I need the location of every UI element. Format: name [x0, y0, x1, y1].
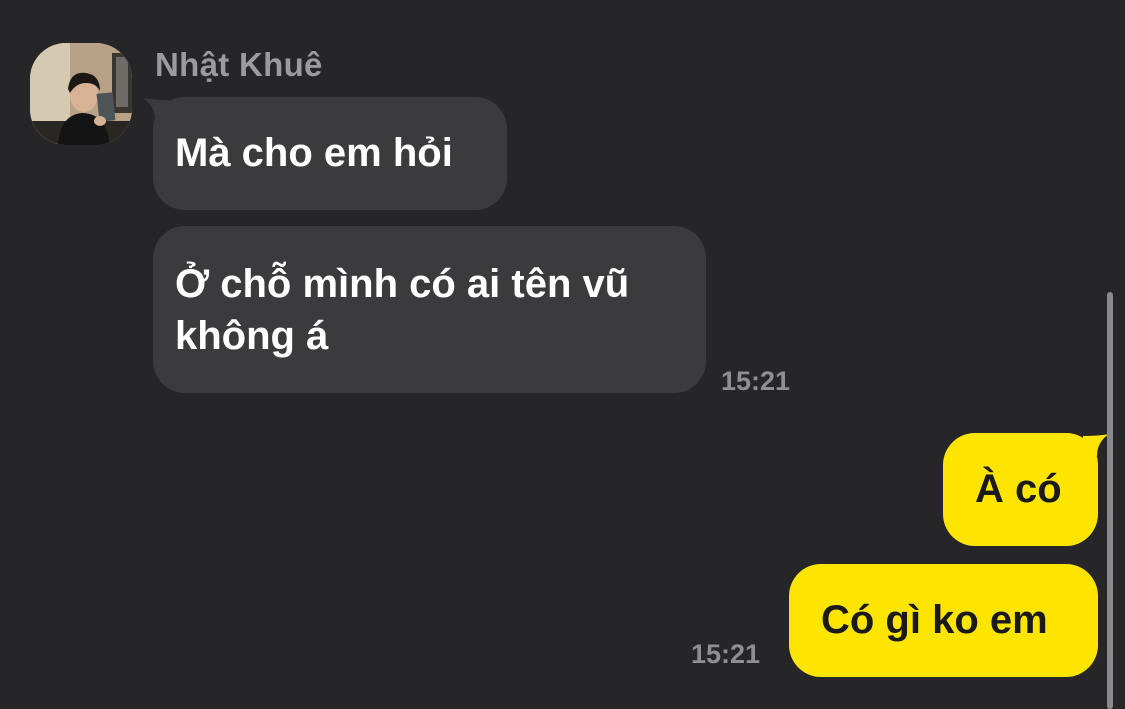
message-timestamp: 15:21 — [721, 366, 791, 396]
message-text-line: không á — [175, 314, 329, 358]
message-text-line: Ở chỗ mình có ai tên vũ — [175, 262, 630, 306]
message-bubble-outgoing[interactable]: À có — [943, 433, 1098, 546]
message-text: Có gì ko em — [821, 598, 1048, 642]
message-bubble-incoming[interactable]: Ở chỗ mình có ai tên vũ không á — [153, 226, 706, 393]
chat-view: Nhật Khuê Mà cho em hỏi Ở chỗ mình có ai… — [0, 0, 1125, 709]
sender-name: Nhật Khuê — [155, 46, 323, 83]
message-text: À có — [975, 467, 1062, 511]
person-photo-icon — [30, 43, 132, 145]
message-text: Mà cho em hỏi — [175, 131, 453, 175]
message-bubble-incoming[interactable]: Mà cho em hỏi — [153, 97, 507, 210]
scrollbar[interactable] — [1107, 292, 1113, 709]
message-timestamp: 15:21 — [691, 639, 761, 669]
sender-avatar[interactable] — [30, 43, 132, 145]
message-bubble-outgoing[interactable]: Có gì ko em — [789, 564, 1098, 677]
